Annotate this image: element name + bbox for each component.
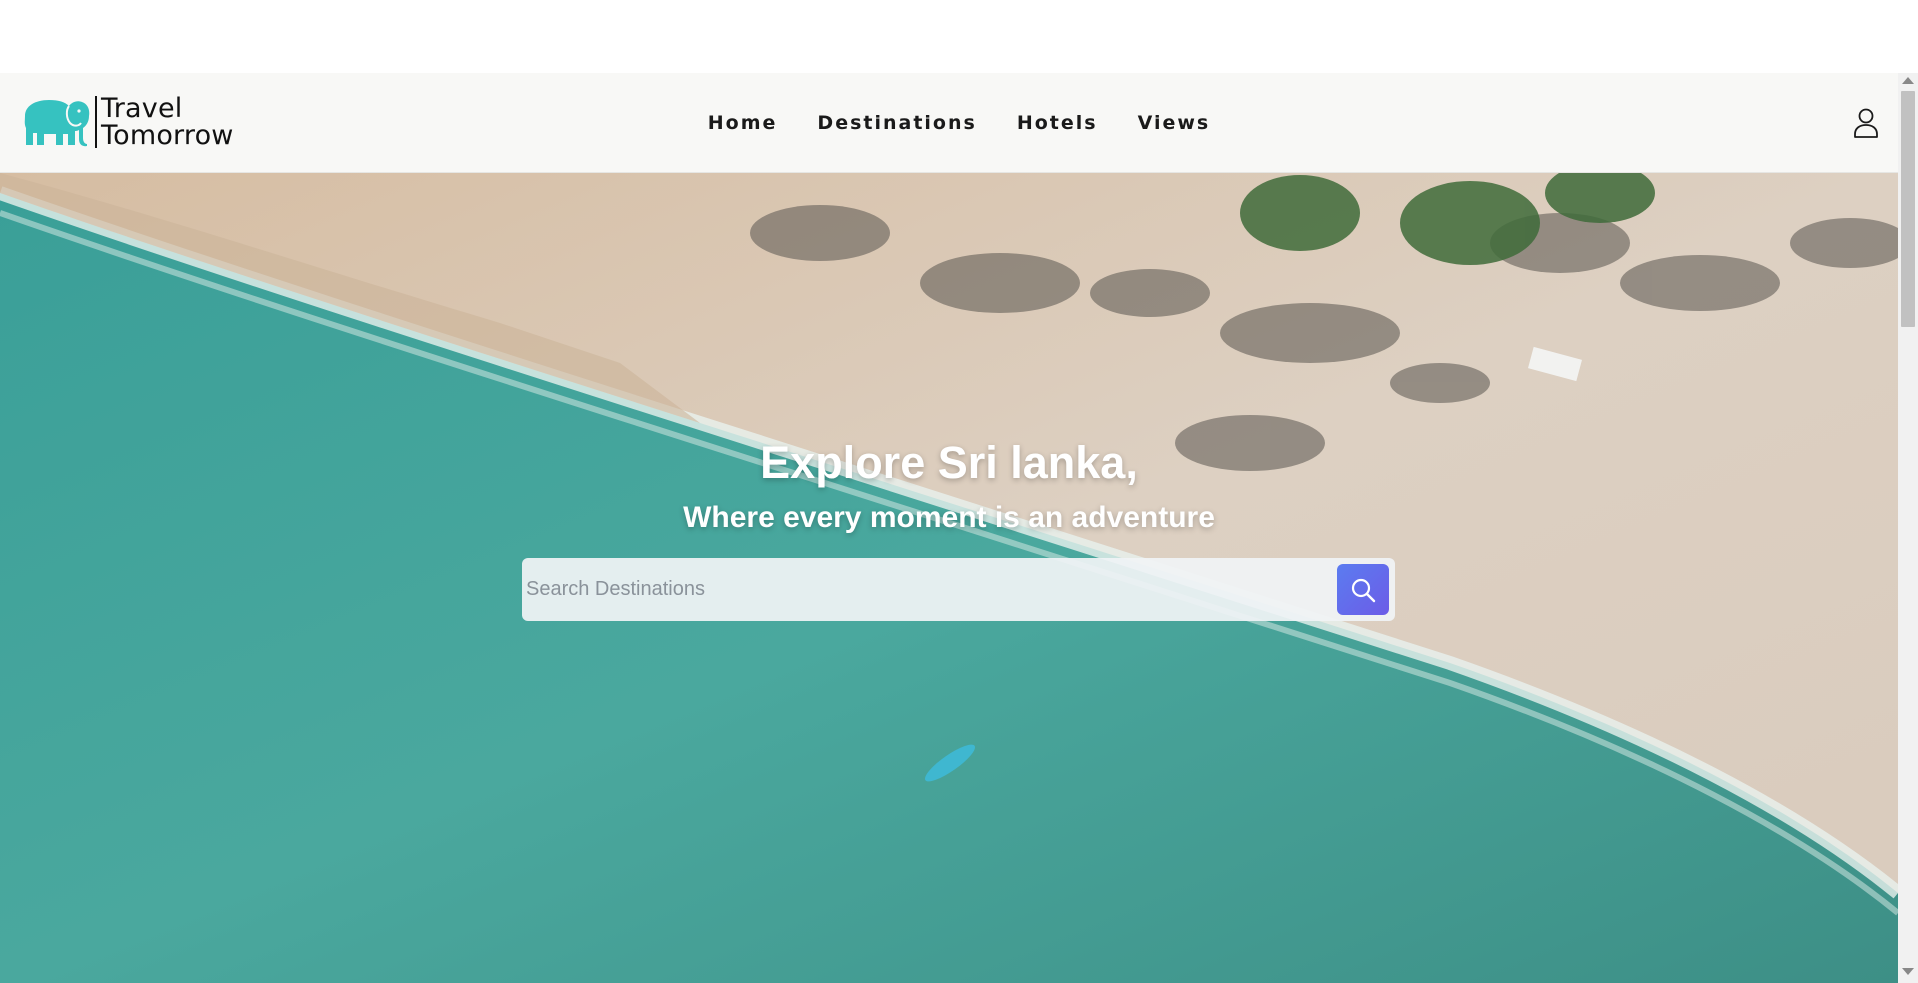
hero-subtitle: Where every moment is an adventure	[683, 501, 1215, 534]
brand-line-2: Tomorrow	[101, 120, 234, 151]
hero-section: Explore Sri lanka, Where every moment is…	[0, 173, 1898, 983]
search-input[interactable]	[526, 558, 1326, 621]
brand-name: Travel Tomorrow	[101, 95, 234, 149]
hero-title: Explore Sri lanka,	[760, 437, 1138, 488]
search-button[interactable]	[1337, 564, 1389, 615]
nav-destinations-link[interactable]: Destinations	[817, 112, 976, 134]
scroll-down-arrow-icon[interactable]	[1902, 968, 1914, 975]
nav-hotels-link[interactable]: Hotels	[1017, 112, 1098, 134]
logo-divider	[95, 96, 97, 148]
nav-home-link[interactable]: Home	[708, 112, 778, 134]
brand-line-1: Travel	[101, 93, 183, 124]
elephant-icon	[24, 100, 90, 147]
search-bar	[522, 558, 1395, 621]
scrollbar-thumb[interactable]	[1901, 91, 1915, 327]
main-nav: Home Destinations Hotels Views	[0, 73, 1898, 173]
navbar: Travel Tomorrow Home Destinations Hotels…	[0, 73, 1898, 173]
scroll-up-arrow-icon[interactable]	[1902, 77, 1914, 84]
page-scrollbar[interactable]	[1898, 73, 1918, 983]
brand-logo[interactable]: Travel Tomorrow	[19, 95, 234, 149]
nav-views-link[interactable]: Views	[1138, 112, 1211, 134]
search-icon	[1351, 578, 1376, 602]
browser-top-area	[0, 0, 1918, 73]
page-viewport: Travel Tomorrow Home Destinations Hotels…	[0, 73, 1898, 983]
user-icon[interactable]	[1852, 107, 1880, 139]
